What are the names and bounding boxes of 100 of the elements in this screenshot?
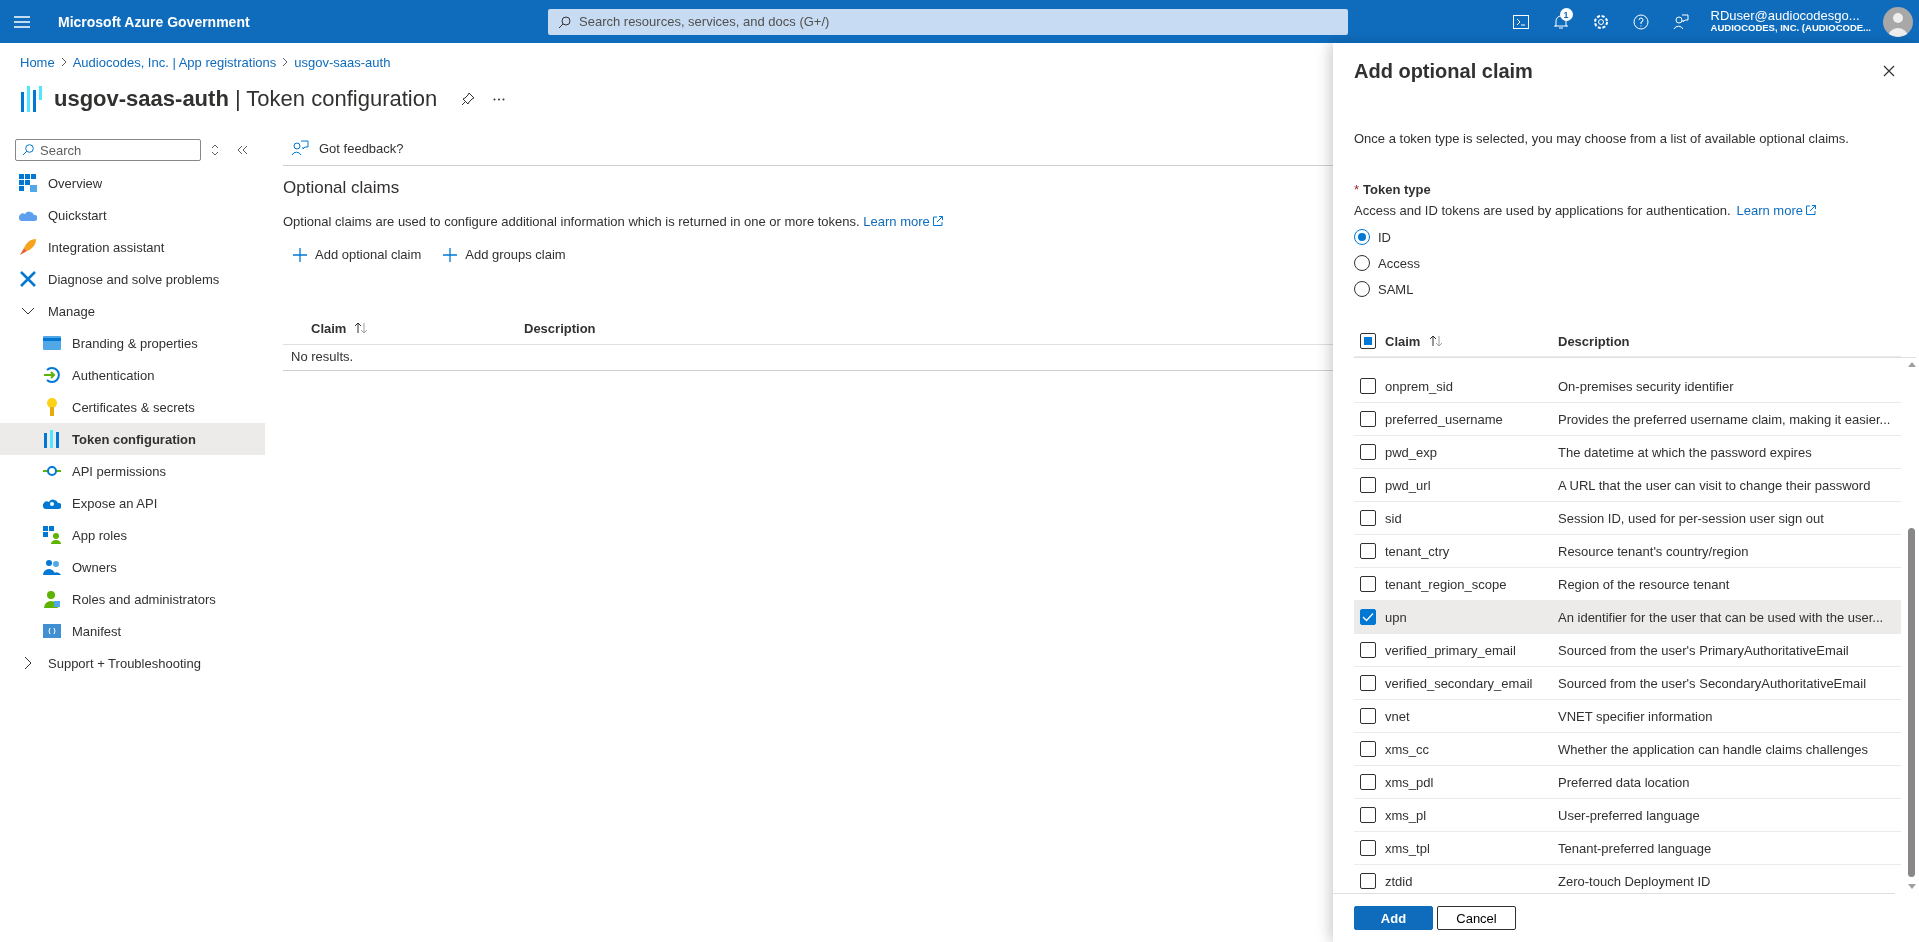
nav-item[interactable]: Authentication: [0, 359, 265, 391]
settings-icon[interactable]: [1592, 13, 1609, 30]
claim-name: tenant_ctry: [1385, 543, 1450, 559]
nav-item[interactable]: App roles: [0, 519, 265, 551]
nav-item[interactable]: Certificates & secrets: [0, 391, 265, 423]
nav-item[interactable]: Quickstart: [0, 199, 265, 231]
field-label: Token type: [1363, 182, 1431, 197]
nav-item[interactable]: Integration assistant: [0, 231, 265, 263]
claim-name: upn: [1385, 609, 1407, 625]
feedback-link[interactable]: Got feedback?: [319, 140, 404, 156]
feedback-icon[interactable]: [1672, 13, 1689, 30]
nav-item[interactable]: Branding & properties: [0, 327, 265, 359]
nav-item[interactable]: Token configuration: [0, 423, 265, 455]
chevron-down-icon[interactable]: [21, 307, 35, 315]
key-icon: [46, 398, 58, 416]
nav-item[interactable]: Owners: [0, 551, 265, 583]
radio-label[interactable]: Access: [1378, 255, 1420, 271]
portal-title[interactable]: Microsoft Azure Government: [44, 13, 548, 30]
pin-icon[interactable]: [461, 92, 476, 106]
checkbox[interactable]: [1360, 807, 1376, 823]
search-field[interactable]: Search: [15, 139, 201, 161]
claim-description: Tenant-preferred language: [1558, 840, 1712, 856]
nav-item[interactable]: Expose an API: [0, 487, 265, 519]
panel-intro: Once a token type is selected, you may choose from a list of available optional claims.: [1354, 131, 1850, 146]
scroll-down-icon[interactable]: [1907, 883, 1916, 891]
radio-label[interactable]: SAML: [1378, 281, 1414, 297]
checkbox[interactable]: [1360, 609, 1376, 625]
checkbox[interactable]: [1360, 840, 1376, 856]
breadcrumb-link[interactable]: Home: [20, 54, 55, 70]
claim-description: Provides the preferred username claim, making it easier...: [1558, 411, 1891, 427]
page-title: usgov-saas-auth | Token configuration: [54, 86, 438, 112]
claim-description: Resource tenant's country/region: [1558, 543, 1749, 559]
rocket-icon: [19, 238, 37, 256]
radio-label[interactable]: ID: [1378, 229, 1391, 245]
nav-item[interactable]: API permissions: [0, 455, 265, 487]
required-mark: *: [1354, 182, 1360, 197]
radio-button[interactable]: [1354, 229, 1370, 245]
nav-item[interactable]: Diagnose and solve problems: [0, 263, 265, 295]
sort-icon[interactable]: [1429, 335, 1444, 347]
field-help: Access and ID tokens are used by applications for authentication.: [1354, 203, 1731, 218]
bell-icon[interactable]: [1552, 13, 1569, 30]
checkbox[interactable]: [1360, 642, 1376, 658]
chevron-right-icon: [282, 57, 289, 67]
add-button[interactable]: Add: [1354, 906, 1433, 930]
more-icon[interactable]: [493, 97, 506, 101]
checkbox[interactable]: [1360, 708, 1376, 724]
cancel-button[interactable]: Cancel: [1437, 906, 1516, 930]
checkbox[interactable]: [1360, 411, 1376, 427]
checkbox[interactable]: [1360, 543, 1376, 559]
claim-name: verified_secondary_email: [1385, 675, 1533, 691]
menu-icon[interactable]: [14, 15, 30, 28]
avatar-icon[interactable]: [1883, 6, 1913, 37]
breadcrumb-link[interactable]: usgov-saas-auth: [294, 54, 391, 70]
checkbox[interactable]: [1360, 675, 1376, 691]
connector-icon: [43, 465, 61, 477]
checkbox[interactable]: [1360, 510, 1376, 526]
nav-group[interactable]: Manage: [0, 295, 265, 327]
sort-icon[interactable]: [354, 322, 369, 334]
radio-button[interactable]: [1354, 255, 1370, 271]
claim-description: Preferred data location: [1558, 774, 1690, 790]
claim-description: Whether the application can handle claims challenges: [1558, 741, 1869, 757]
claim-name: sid: [1385, 510, 1402, 526]
checkbox[interactable]: [1360, 741, 1376, 757]
column-header[interactable]: Description: [524, 320, 596, 336]
checkbox[interactable]: [1360, 873, 1376, 889]
learn-more-link[interactable]: Learn more: [1736, 203, 1817, 218]
select-all-checkbox[interactable]: [1360, 333, 1376, 349]
radio-button[interactable]: [1354, 281, 1370, 297]
scroll-up-icon[interactable]: [1907, 360, 1916, 368]
checkbox[interactable]: [1360, 444, 1376, 460]
collapse-icon[interactable]: [237, 145, 249, 155]
grid-person-icon: [43, 526, 61, 544]
toolbar-button[interactable]: Add groups claim: [439, 243, 570, 266]
search-field[interactable]: Search resources, services, and docs (G+/): [548, 8, 1348, 35]
notification-badge: 1: [1559, 8, 1573, 21]
checkbox[interactable]: [1360, 378, 1376, 394]
chevron-right-icon[interactable]: [24, 656, 32, 670]
checkbox[interactable]: [1360, 576, 1376, 592]
terminal-icon[interactable]: [1512, 14, 1529, 29]
column-header[interactable]: Claim: [311, 320, 347, 336]
user-name[interactable]: RDuser@audiocodesgo...: [1710, 9, 1871, 24]
sign-in-icon: [43, 366, 61, 384]
nav-item[interactable]: Roles and administrators: [0, 583, 265, 615]
claim-description: Region of the resource tenant: [1558, 576, 1730, 592]
nav-group[interactable]: Support + Troubleshooting: [0, 647, 265, 679]
sort-icon[interactable]: [211, 144, 219, 156]
toolbar-button[interactable]: Add optional claim: [289, 243, 426, 266]
close-icon[interactable]: [1883, 65, 1895, 77]
help-icon[interactable]: [1632, 13, 1649, 30]
token-bars-icon: [20, 86, 42, 112]
column-header[interactable]: Description: [1558, 333, 1630, 349]
claim-name: preferred_username: [1385, 411, 1503, 427]
checkbox[interactable]: [1360, 774, 1376, 790]
nav-item[interactable]: Manifest: [0, 615, 265, 647]
nav-item[interactable]: Overview: [0, 167, 265, 199]
checkbox[interactable]: [1360, 477, 1376, 493]
card-icon: [43, 336, 61, 350]
learn-more-link[interactable]: Learn more: [863, 214, 944, 229]
column-header[interactable]: Claim: [1385, 333, 1421, 349]
breadcrumb-link[interactable]: Audiocodes, Inc. | App registrations: [72, 54, 277, 70]
